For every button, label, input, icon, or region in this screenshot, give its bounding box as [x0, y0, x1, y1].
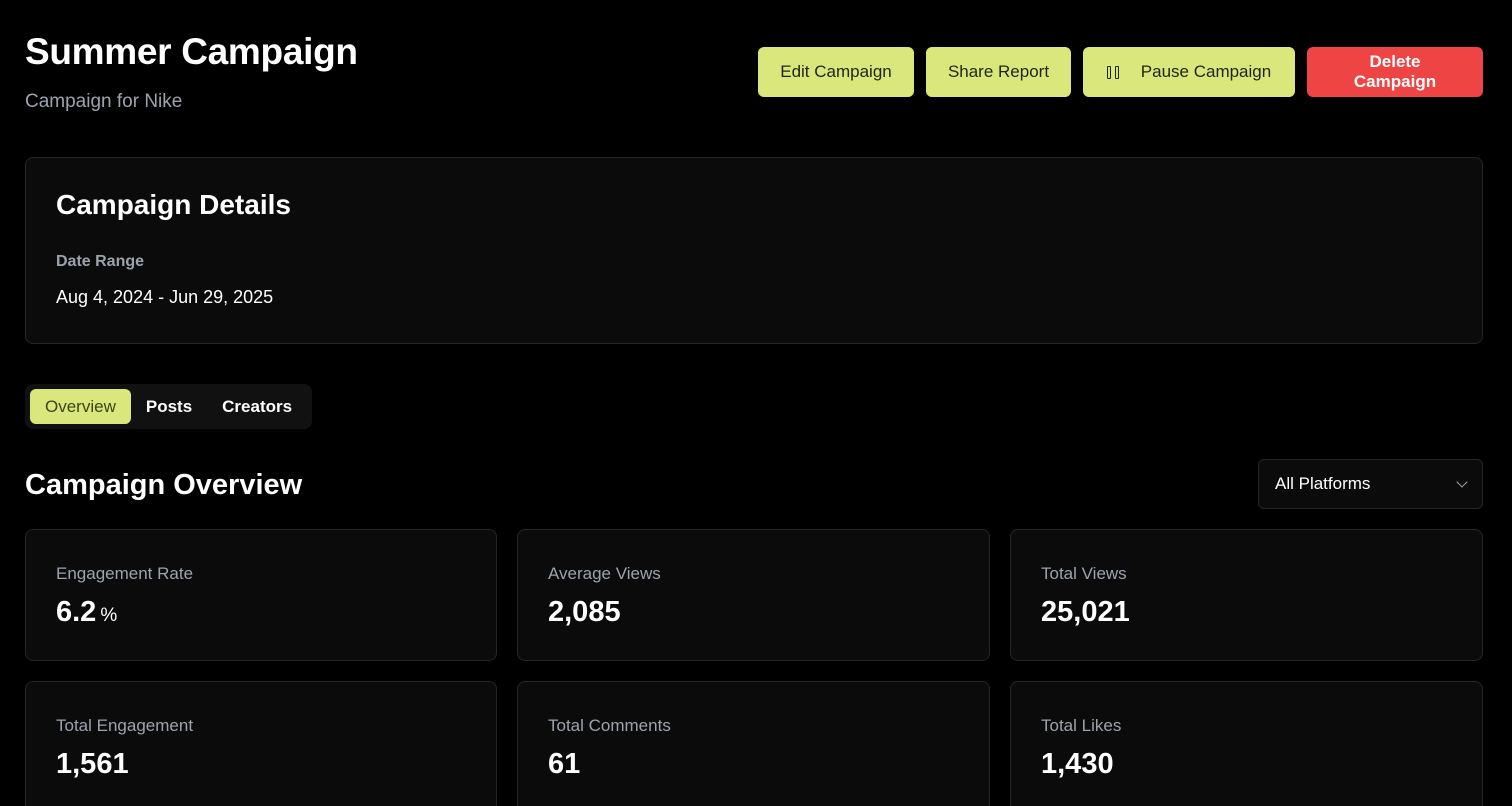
page-subtitle: Campaign for Nike [25, 91, 183, 112]
metric-card-total-likes: Total Likes 1,430 [1010, 681, 1483, 806]
metric-value: 1,430 [1041, 748, 1114, 780]
chevron-down-icon [1456, 475, 1468, 488]
metric-label: Total Likes [1041, 716, 1122, 735]
tab-creators[interactable]: Creators [207, 389, 307, 424]
platform-filter-select[interactable]: All Platforms [1258, 459, 1483, 509]
metric-value: 1,561 [56, 748, 129, 780]
edit-campaign-label: Edit Campaign [780, 62, 892, 81]
edit-campaign-button[interactable]: Edit Campaign [758, 47, 914, 97]
metric-label: Total Views [1041, 564, 1127, 583]
metric-label: Average Views [548, 564, 661, 583]
overview-title: Campaign Overview [25, 469, 303, 501]
metric-value: 25,021 [1041, 596, 1130, 628]
page-title: Summer Campaign [25, 31, 358, 72]
pause-campaign-label: Pause Campaign [1140, 62, 1272, 81]
delete-campaign-label: Delete Campaign [1353, 52, 1437, 91]
delete-campaign-button[interactable]: Delete Campaign [1307, 47, 1483, 97]
metric-card-average-views: Average Views 2,085 [517, 529, 990, 661]
metric-card-engagement-rate: Engagement Rate 6.2% [25, 529, 497, 661]
metric-card-total-views: Total Views 25,021 [1010, 529, 1483, 661]
metric-label: Engagement Rate [56, 564, 194, 583]
share-report-button[interactable]: Share Report [926, 47, 1071, 97]
metric-value: 61 [548, 748, 581, 780]
tab-posts[interactable]: Posts [131, 389, 207, 424]
metric-unit: % [100, 605, 118, 626]
metric-card-total-engagement: Total Engagement 1,561 [25, 681, 497, 806]
platform-filter-value: All Platforms [1275, 474, 1371, 493]
metric-number: 6.2 [56, 596, 97, 628]
campaign-page: Summer Campaign Campaign for Nike Edit C… [0, 0, 1512, 806]
tab-overview[interactable]: Overview [30, 389, 131, 424]
metric-label: Total Engagement [56, 716, 194, 735]
campaign-details-card: Campaign Details Date Range Aug 4, 2024 … [25, 157, 1483, 344]
pause-campaign-button[interactable]: Pause Campaign [1083, 47, 1295, 97]
pause-icon [1106, 65, 1119, 79]
metric-value: 2,085 [548, 596, 621, 628]
date-range-label: Date Range [56, 253, 145, 270]
share-report-label: Share Report [947, 62, 1050, 81]
metric-card-total-comments: Total Comments 61 [517, 681, 990, 806]
metric-label: Total Comments [548, 716, 671, 735]
details-title: Campaign Details [56, 189, 291, 220]
campaign-tabs: Overview Posts Creators [25, 384, 313, 429]
metric-value: 6.2% [56, 596, 117, 629]
date-range-value: Aug 4, 2024 - Jun 29, 2025 [56, 287, 274, 307]
campaign-actions: Edit Campaign Share Report Pause Campaig… [758, 47, 1483, 97]
